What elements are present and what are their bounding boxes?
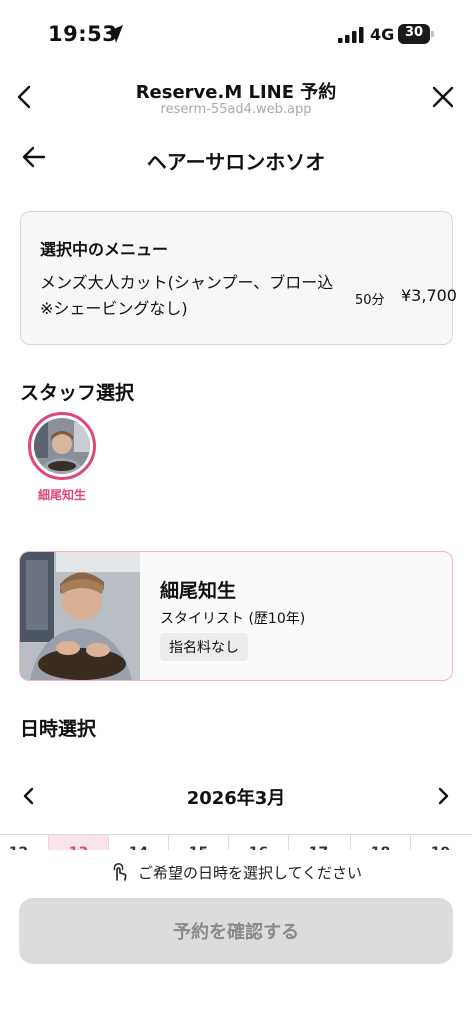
nomination-fee-badge: 指名料なし bbox=[160, 633, 248, 661]
staff-option-name: 細尾知生 bbox=[37, 488, 86, 502]
browser-url: reserm-55ad4.web.app bbox=[160, 102, 312, 117]
staff-photo bbox=[20, 552, 140, 680]
status-bar: 19:53 4G 30 bbox=[0, 0, 472, 62]
calendar-day[interactable]: 19 bbox=[410, 835, 470, 850]
calendar-day-selected[interactable]: 13 bbox=[48, 835, 108, 850]
staff-option[interactable]: 細尾知生 bbox=[28, 412, 98, 504]
staff-avatar[interactable] bbox=[28, 412, 96, 480]
selected-staff-card[interactable]: 細尾知生 スタイリスト (歴10年) 指名料なし bbox=[19, 551, 453, 681]
menu-heading: 選択中のメニュー bbox=[40, 240, 169, 259]
calendar-month: 2026年3月 bbox=[186, 788, 286, 809]
selection-hint: ご希望の日時を選択してください bbox=[0, 862, 472, 883]
close-icon[interactable] bbox=[432, 86, 454, 108]
calendar-day[interactable]: 14 bbox=[108, 835, 168, 850]
menu-duration: 50分 bbox=[355, 293, 385, 308]
datetime-section-title: 日時選択 bbox=[20, 718, 97, 740]
page-title: ヘアーサロンホソオ bbox=[146, 150, 326, 174]
staff-name: 細尾知生 bbox=[160, 580, 237, 602]
menu-price: ¥3,700 bbox=[401, 286, 457, 305]
battery-level: 30 bbox=[404, 25, 424, 40]
menu-name: メンズ大人カット(シャンプー、ブロー込※シェービングなし) bbox=[40, 273, 334, 318]
chevron-right-icon[interactable] bbox=[434, 786, 452, 806]
staff-section-title: スタッフ選択 bbox=[20, 382, 135, 404]
calendar-day[interactable]: 18 bbox=[350, 835, 410, 850]
calendar-day[interactable]: 12 bbox=[0, 835, 48, 850]
selected-menu-card: 選択中のメニュー メンズ大人カット(シャンプー、ブロー込※シェービングなし) 5… bbox=[20, 211, 457, 345]
calendar-navigation: 2026年3月 bbox=[0, 780, 472, 816]
calendar-day[interactable]: 17 bbox=[288, 835, 348, 850]
staff-role: スタイリスト (歴10年) bbox=[160, 611, 306, 627]
cellular-signal-icon bbox=[338, 27, 364, 43]
selection-hint-text: ご希望の日時を選択してください bbox=[137, 864, 363, 882]
calendar-day[interactable]: 15 bbox=[168, 835, 228, 850]
battery-icon: 30 bbox=[398, 24, 434, 44]
browser-title: Reserve.M LINE 予約 bbox=[135, 82, 337, 103]
browser-header: Reserve.M LINE 予約 reserm-55ad4.web.app bbox=[0, 62, 472, 134]
confirm-reservation-button[interactable]: 予約を確認する bbox=[19, 898, 453, 964]
page-header: ヘアーサロンホソオ bbox=[0, 138, 472, 182]
calendar-day[interactable]: 16 bbox=[228, 835, 288, 850]
calendar-day-row: 12 13 14 15 16 17 18 19 bbox=[0, 834, 472, 850]
tap-hand-icon bbox=[113, 863, 127, 881]
network-type: 4G bbox=[370, 25, 395, 44]
location-arrow-icon bbox=[107, 25, 123, 43]
bottom-action-bar: ご希望の日時を選択してください 予約を確認する bbox=[0, 850, 472, 1024]
staff-avatar-image bbox=[34, 418, 90, 474]
